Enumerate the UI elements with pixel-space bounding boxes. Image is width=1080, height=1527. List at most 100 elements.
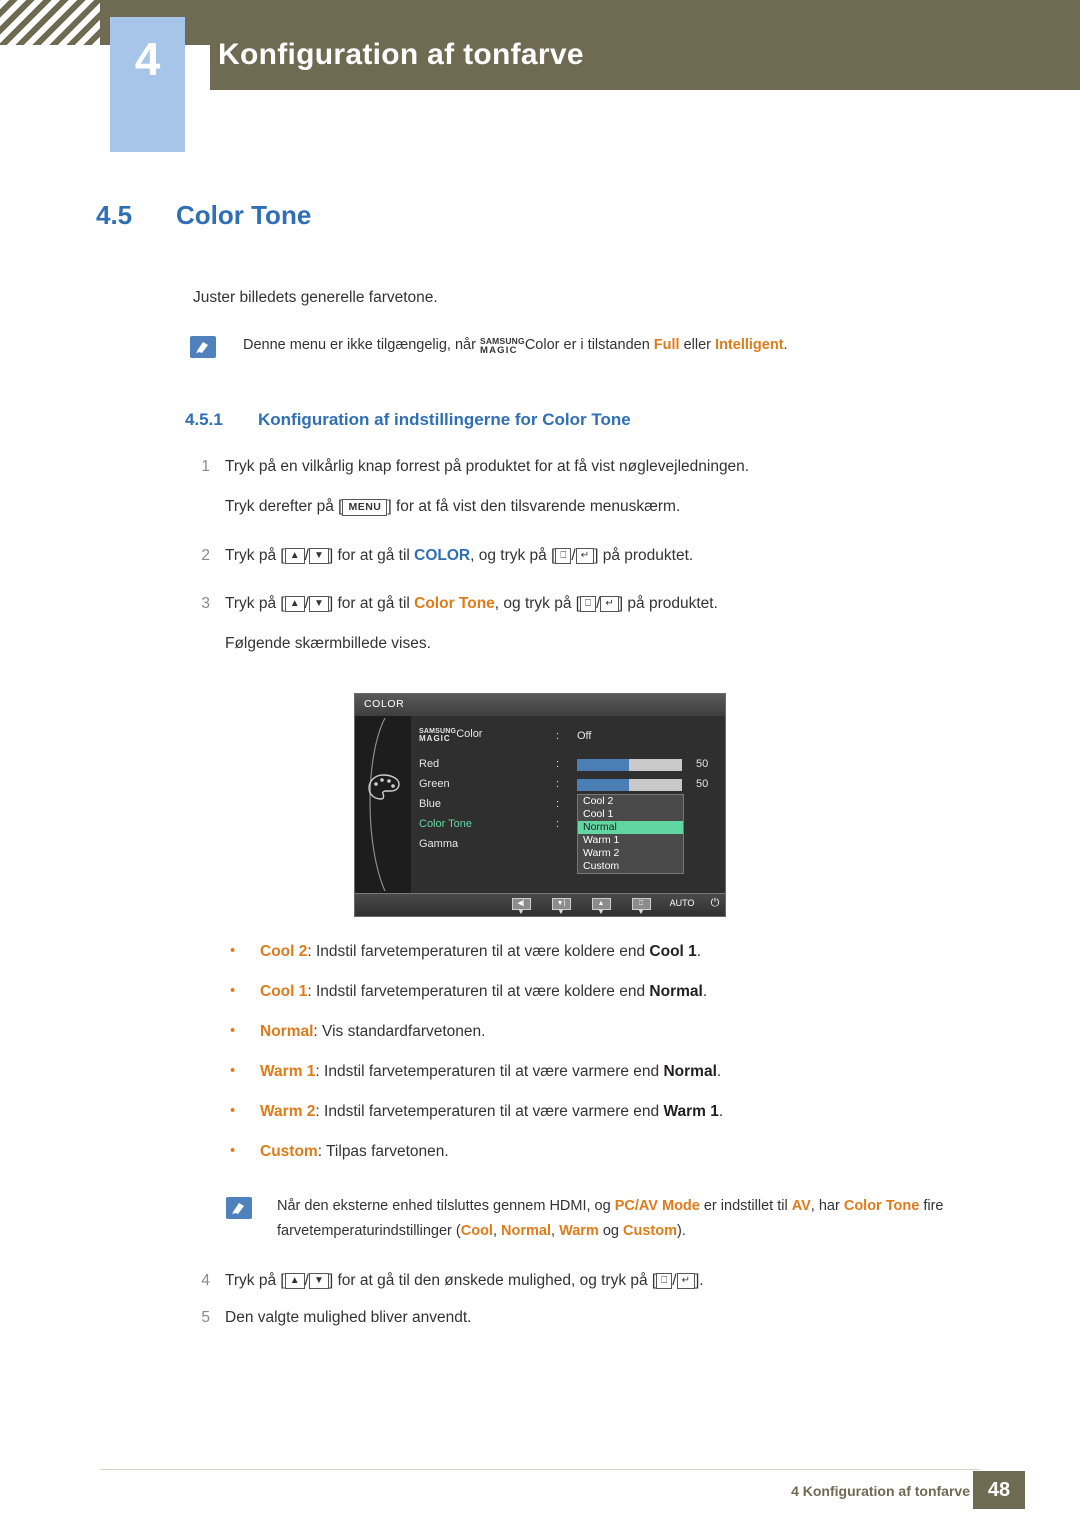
note1-mid: er i tilstanden: [559, 337, 654, 353]
note2-pencil-icon: [226, 1197, 252, 1220]
section-heading: 4.5 Color Tone: [0, 200, 1080, 231]
osd-title-bar: COLOR: [355, 694, 725, 718]
note-pencil-icon: [190, 336, 216, 358]
step-2-end: ] på produktet.: [594, 546, 694, 564]
note2-normal: Normal: [501, 1222, 551, 1239]
enter-key-icon-2: ↵: [600, 595, 619, 612]
osd-auto-button[interactable]: AUTO: [665, 897, 699, 912]
dropdown-item-warm2[interactable]: Warm 2: [578, 847, 683, 860]
osd-left-curve-decoration: [369, 717, 386, 892]
step-4-pre: Tryk på [: [225, 1271, 285, 1289]
osd-power-button[interactable]: ⏻: [703, 897, 727, 912]
osd-color-tone-dropdown[interactable]: Cool 2 Cool 1 Normal Warm 1 Warm 2 Custo…: [577, 794, 684, 875]
step-1-sub-post: ] for at få vist den tilsvarende menuskæ…: [387, 498, 681, 516]
osd-colon-blue: :: [556, 798, 560, 811]
left-enter-key-icon-3: ⎕: [656, 1272, 673, 1289]
step-3: 3 Tryk på [▲ / ▼] for at gå til Color Tone…: [0, 592, 1080, 656]
osd-up-button[interactable]: ▲ ▼: [589, 897, 613, 916]
dropdown-item-cool2[interactable]: Cool 2: [578, 795, 683, 808]
magic-bottom-text: MAGIC: [479, 345, 518, 356]
step-5-text: Den valgte mulighed bliver anvendt.: [225, 1308, 472, 1326]
bullet-cool2-ref: Cool 1: [649, 943, 697, 961]
dropdown-item-custom[interactable]: Custom: [578, 860, 683, 873]
note2-l2-end: ).: [676, 1222, 686, 1239]
dropdown-item-warm1[interactable]: Warm 1: [578, 834, 683, 847]
note1-pre: Denne menu er ikke tilgængelig, når: [243, 337, 480, 353]
dropdown-item-normal[interactable]: Normal: [578, 821, 683, 835]
header-title: Konfiguration af tonfarve: [218, 38, 584, 71]
bullet-warm2-text: : Indstil farvetemperaturen til at være …: [315, 1103, 664, 1121]
bullet-cool2-post: .: [696, 943, 702, 961]
step-1: 1 Tryk på en vilkårlig knap forrest på p…: [0, 455, 1080, 519]
page-content: 4.5 Color Tone Juster billedets generelle…: [0, 160, 1080, 1329]
up-arrow-key-icon: ▲: [284, 547, 305, 564]
bullet-cool2-term: Cool 2: [260, 943, 308, 961]
bullet-warm2: Warm 2: Indstil farvetemperaturen til at…: [0, 1102, 1080, 1121]
note2-sep3: og: [598, 1222, 623, 1239]
palette-icon: [368, 774, 400, 800]
footer-chapter-text: 4 Konfiguration af tonfarve: [791, 1483, 970, 1499]
enter-key-icon: ↵: [575, 547, 595, 564]
step-1-substep: Tryk derefter på [MENU] for at få vist d…: [225, 495, 1080, 518]
subsection-number: 4.5.1: [185, 410, 223, 429]
bullet-warm1-term: Warm 1: [260, 1063, 316, 1081]
bullet-cool1: Cool 1: Indstil farvetemperaturen til at…: [0, 982, 1080, 1001]
osd-colon-red: :: [556, 758, 560, 771]
osd-slider-red[interactable]: [577, 759, 682, 772]
bullet-warm1-ref: Normal: [663, 1063, 717, 1081]
footer-divider: [100, 1469, 980, 1470]
note1-color-word: Color: [524, 337, 560, 353]
note-block-2: Når den eksterne enhed tilsluttes gennem…: [0, 1194, 1080, 1243]
osd-enter-button[interactable]: ⎕ ▼: [629, 897, 653, 916]
osd-row-red[interactable]: Red : 50: [411, 756, 725, 775]
note2-av: AV: [791, 1198, 811, 1215]
samsung-magic-logo: SAMSUNG MAGIC: [480, 337, 525, 360]
osd-label-gamma: Gamma: [419, 838, 459, 851]
bullet-normal-term: Normal: [260, 1023, 314, 1041]
bullet-custom-term: Custom: [260, 1143, 318, 1161]
step-5: 5 Den valgte mulighed bliver anvendt.: [0, 1306, 1080, 1329]
bullet-warm1-post: .: [716, 1063, 722, 1081]
note1-eller: eller: [679, 337, 716, 353]
osd-value-green: 50: [696, 778, 709, 791]
step-1-number: 1: [201, 458, 210, 475]
bullet-cool1-post: .: [702, 983, 708, 1001]
note2-l1-post: , har: [810, 1198, 844, 1215]
osd-slider-green[interactable]: [577, 779, 682, 792]
bullet-cool1-text: : Indstil farvetemperaturen til at være …: [307, 983, 650, 1001]
osd-magic-label-group: SAMSUNG MAGIC Color: [419, 728, 482, 744]
osd-row-green[interactable]: Green : 50: [411, 776, 725, 795]
osd-row-magic-color[interactable]: SAMSUNG MAGIC Color : Off: [411, 728, 725, 747]
osd-colon-color-tone: :: [556, 818, 560, 831]
color-tone-option-list: Cool 2 : Indstil farvetemperaturen til at…: [0, 942, 1080, 1161]
osd-screenshot: COLOR SAMSUNG MAGIC Color : Off Red: 50…: [354, 693, 727, 918]
osd-down-button[interactable]: ▼| ▼: [549, 897, 573, 916]
step-4: 4 Tryk på [▲ / ▼] for at gå til den ønsked…: [0, 1269, 1080, 1292]
note2-warm: Warm: [559, 1222, 599, 1239]
step-3-post: , og tryk på [: [494, 594, 581, 612]
header-hatch-decoration: [0, 0, 100, 45]
subsection-heading: 4.5.1 Konfiguration af indstillingerne fo…: [0, 410, 1080, 430]
note1-full: Full: [653, 337, 680, 353]
bullet-cool2: Cool 2: Indstil farvetemperaturen til at…: [0, 942, 1080, 961]
osd-label-color-tone: Color Tone: [419, 818, 472, 831]
bullet-normal: Normal: Vis standardfarvetonen.: [0, 1022, 1080, 1041]
osd-colon-green: :: [556, 778, 560, 791]
note2-cool: Cool: [460, 1222, 493, 1239]
osd-menu-body: SAMSUNG MAGIC Color : Off Red : 50 Green :: [411, 716, 725, 894]
osd-back-button[interactable]: ◀| ▼: [509, 897, 533, 916]
dropdown-item-cool1[interactable]: Cool 1: [578, 808, 683, 821]
osd-colon-magic: :: [556, 730, 560, 743]
note2-l1-pre: Når den eksterne enhed tilsluttes gennem…: [277, 1198, 615, 1215]
note-block-1: Denne menu er ikke tilgængelig, når SAMS…: [0, 334, 1080, 366]
step-1-sub-pre: Tryk derefter på [: [225, 498, 343, 516]
osd-title-label: COLOR: [364, 698, 405, 711]
osd-slider-green-fill: [577, 779, 629, 792]
section-intro-text: Juster billedets generelle farvetone.: [193, 289, 438, 306]
step-3-substep: Følgende skærmbillede vises.: [225, 635, 431, 652]
note2-sep2: ,: [551, 1222, 560, 1239]
step-2-number: 2: [201, 546, 210, 564]
enter-key-icon-3: ↵: [676, 1272, 695, 1289]
step-2-mid: ] for at gå til: [328, 546, 415, 564]
chapter-number-box: 4: [110, 17, 185, 152]
